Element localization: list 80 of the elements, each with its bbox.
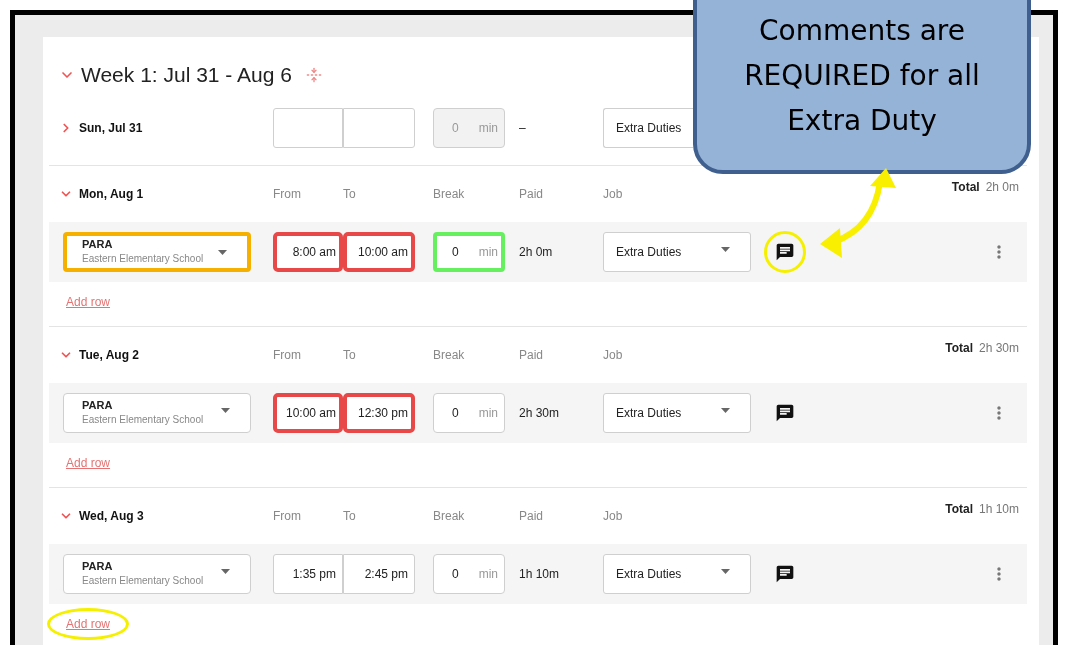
to-time-field[interactable]: 10:00 am [343,232,415,272]
job-select[interactable]: Extra Duties [603,108,693,148]
break-unit: min [478,406,498,420]
day-label: Sun, Jul 31 [79,121,143,135]
column-label: From [273,348,302,362]
paid-value: – [519,121,527,135]
callout-text: Extra Duty [787,103,937,139]
day-toggle[interactable]: Sun, Jul 31 [49,121,273,135]
column-label: To [343,348,357,362]
position-location: Eastern Elementary School [82,414,205,425]
column-label: From [273,187,302,201]
position-select[interactable]: PARA Eastern Elementary School [63,232,251,272]
total-value: 2h 30m [978,341,1019,355]
position-name: PARA [82,399,113,411]
collapse-all-icon[interactable] [305,67,322,83]
comment-button[interactable] [764,231,806,273]
break-unit: min [478,567,498,581]
day-label: Wed, Aug 3 [79,509,144,523]
day-label: Tue, Aug 2 [79,348,139,362]
break-unit: min [478,121,498,135]
callout-text: Comments are [759,13,965,49]
column-label: Paid [519,348,545,362]
paid-value: 1h 10m [519,567,561,581]
column-label: Job [603,348,624,362]
break-value: 0 [452,245,459,259]
break-value: 0 [452,567,459,581]
column-label: Break [433,187,466,201]
day-toggle[interactable]: Wed, Aug 3 [49,509,273,523]
from-time-field[interactable]: 1:35 pm [273,554,343,594]
paid-value: 2h 30m [519,406,561,420]
column-label: From [273,509,302,523]
dropdown-caret-icon [721,247,730,252]
week-title: Week 1: Jul 31 - Aug 6 [81,63,292,87]
total-value: 1h 10m [978,502,1019,516]
dropdown-caret-icon [221,569,230,574]
comment-icon [775,242,795,262]
column-label: Break [433,348,466,362]
break-unit: min [478,245,498,259]
from-time-field[interactable] [273,108,343,148]
break-field[interactable]: 0 min [433,554,505,594]
column-label: Paid [519,509,545,523]
comment-icon [775,564,795,584]
break-field[interactable]: 0 min [433,232,505,272]
column-label: Job [603,187,624,201]
dropdown-caret-icon [218,250,227,255]
break-field[interactable]: 0 min [433,393,505,433]
callout-text: REQUIRED for all [744,58,980,94]
total-label: Total [945,502,973,516]
column-label: To [343,509,357,523]
to-time-field[interactable] [343,108,415,148]
paid-value: 2h 0m [519,245,554,259]
position-location: Eastern Elementary School [82,253,205,264]
position-select[interactable]: PARA Eastern Elementary School [63,393,251,433]
dropdown-caret-icon [721,408,730,413]
from-time-field[interactable]: 10:00 am [273,393,343,433]
total-label: Total [951,180,980,194]
column-label: To [343,187,357,201]
to-time-field[interactable]: 2:45 pm [343,554,415,594]
day-toggle[interactable]: Tue, Aug 2 [49,348,273,362]
position-name: PARA [82,560,113,572]
dropdown-caret-icon [721,569,730,574]
position-name: PARA [82,238,113,250]
from-time-field[interactable]: 8:00 am [273,232,343,272]
comment-icon [775,403,795,423]
job-select[interactable]: Extra Duties [603,232,751,272]
to-time-field[interactable]: 12:30 pm [343,393,415,433]
job-select[interactable]: Extra Duties [603,393,751,433]
break-value: 0 [452,406,459,420]
total-label: Total [945,341,973,355]
total-value: 2h 0m [985,180,1019,194]
column-label: Break [433,509,466,523]
position-location: Eastern Elementary School [82,575,205,586]
column-label: Paid [519,187,545,201]
dropdown-caret-icon [221,408,230,413]
day-label: Mon, Aug 1 [79,187,144,201]
job-select[interactable]: Extra Duties [603,554,751,594]
break-placeholder: 0 [452,121,459,135]
day-toggle[interactable]: Mon, Aug 1 [49,187,273,201]
position-select[interactable]: PARA Eastern Elementary School [63,554,251,594]
column-label: Job [603,509,624,523]
